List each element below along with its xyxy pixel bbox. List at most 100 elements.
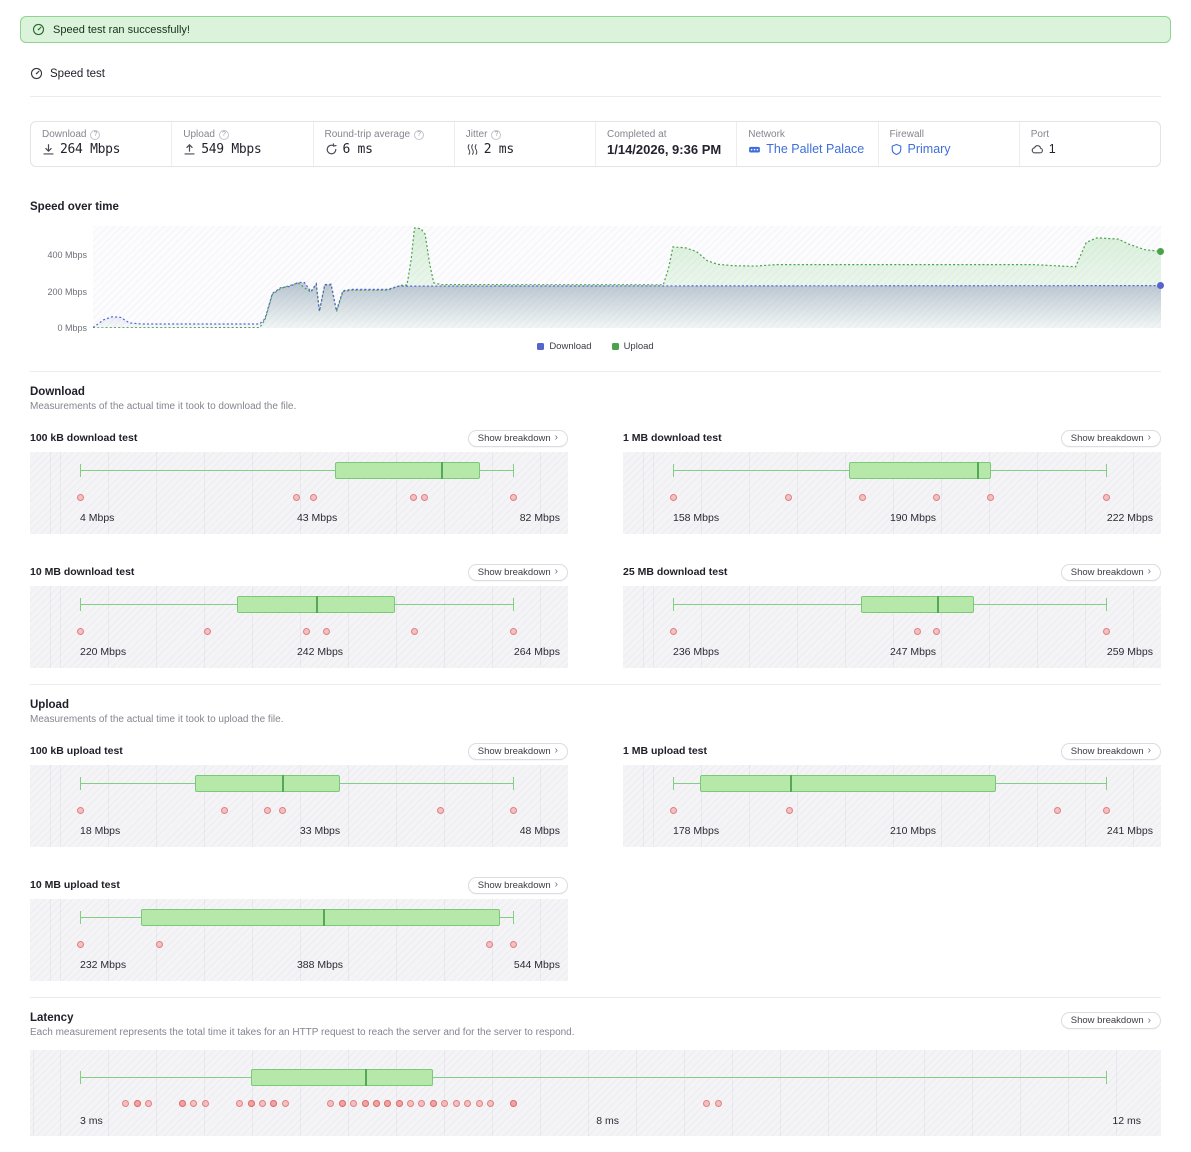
sample-dot	[509, 941, 517, 948]
axis-labels: 178 Mbps 210 Mbps 241 Mbps	[673, 825, 1153, 837]
show-breakdown-button[interactable]: Show breakdown ›	[1060, 742, 1161, 760]
axis-min-label: 158 Mbps	[673, 512, 720, 524]
show-breakdown-button[interactable]: Show breakdown ›	[1060, 429, 1161, 447]
sample-dot	[133, 1100, 141, 1107]
sample-dot	[190, 1100, 198, 1107]
sample-dot	[509, 494, 517, 501]
show-breakdown-button[interactable]: Show breakdown ›	[467, 876, 568, 894]
sample-dot	[786, 807, 794, 814]
whisker-cap	[673, 777, 674, 790]
show-breakdown-button[interactable]: Show breakdown ›	[467, 429, 568, 447]
download-section: Download Measurements of the actual time…	[30, 372, 1161, 684]
chart-title: Speed over time	[30, 201, 119, 213]
sample-dot	[411, 628, 419, 635]
25-mb-download-test-card: 25 MB download test Show breakdown › 236 Mb…	[623, 563, 1161, 668]
boxplot-median	[977, 462, 980, 479]
axis-min-label: 3 ms	[80, 1115, 103, 1127]
sample-dot	[1102, 628, 1110, 635]
sample-dot	[409, 494, 417, 501]
sample-dot	[1054, 807, 1062, 814]
stat-round-trip-average: Round-trip average? 6 ms	[312, 122, 454, 166]
test-title: 10 MB download test	[30, 566, 135, 578]
legend-label: Download	[549, 341, 592, 352]
stat-label: Completed at	[607, 129, 667, 140]
boxplot-chart: 158 Mbps 190 Mbps 222 Mbps	[623, 452, 1161, 534]
sample-dot	[293, 494, 300, 501]
10-mb-download-test-card: 10 MB download test Show breakdown › 220 Mb…	[30, 563, 568, 668]
page-header: Speed test	[30, 67, 1161, 96]
show-breakdown-button[interactable]: Show breakdown ›	[1060, 1012, 1161, 1029]
boxplot-whisker	[80, 1077, 1106, 1078]
sample-dot	[220, 807, 228, 814]
stat-label: Round-trip average?	[325, 129, 443, 140]
axis-min-label: 4 Mbps	[80, 512, 115, 524]
whisker-cap	[80, 598, 81, 611]
roundtrip-icon	[325, 143, 338, 156]
y-axis-tick: 400 Mbps	[47, 250, 87, 261]
axis-labels: 158 Mbps 190 Mbps 222 Mbps	[673, 512, 1153, 524]
10-mb-upload-test-card: 10 MB upload test Show breakdown › 232 Mbps…	[30, 876, 568, 981]
whisker-cap	[1106, 464, 1107, 477]
info-icon[interactable]: ?	[414, 129, 425, 140]
card-header: 1 MB upload test Show breakdown ›	[623, 742, 1161, 760]
sample-dot	[475, 1100, 483, 1107]
sample-dot	[236, 1100, 244, 1107]
sample-dot	[452, 1100, 460, 1107]
sample-dot	[669, 494, 677, 501]
sample-dot	[361, 1100, 369, 1107]
whisker-cap	[513, 464, 514, 477]
show-breakdown-button[interactable]: Show breakdown ›	[467, 742, 568, 760]
section-subtitle: Measurements of the actual time it took …	[30, 714, 284, 725]
axis-mid-label: 210 Mbps	[889, 825, 937, 837]
sample-dot	[418, 1100, 426, 1107]
axis-max-label: 222 Mbps	[1106, 512, 1153, 524]
test-title: 25 MB download test	[623, 566, 728, 578]
info-icon[interactable]: ?	[491, 129, 502, 140]
speed-over-time-section: Speed over time 400 Mbps 200 Mbps 0 Mbps D…	[30, 167, 1164, 352]
boxplot-box	[251, 1069, 434, 1086]
show-breakdown-button[interactable]: Show breakdown ›	[467, 563, 568, 581]
chevron-right-icon: ›	[1147, 432, 1151, 443]
whisker-cap	[80, 911, 81, 924]
whisker-cap	[673, 464, 674, 477]
stat-label: Port	[1030, 129, 1050, 140]
info-icon[interactable]: ?	[218, 129, 229, 140]
speed-chart	[93, 226, 1164, 328]
whisker-cap	[513, 777, 514, 790]
download-icon	[42, 143, 55, 156]
axis-min-label: 18 Mbps	[80, 825, 121, 837]
sample-dot	[144, 1100, 152, 1107]
axis-max-label: 264 Mbps	[513, 646, 560, 658]
chevron-right-icon: ›	[1147, 745, 1151, 756]
y-axis-tick: 0 Mbps	[57, 323, 87, 333]
sample-dot	[76, 628, 84, 635]
divider	[30, 96, 1161, 97]
sample-dot	[76, 941, 84, 948]
sample-dot	[987, 494, 995, 501]
firewall-icon	[890, 143, 903, 156]
stat-value[interactable]: The Pallet Palace (5...	[748, 142, 867, 156]
axis-mid-label: 43 Mbps	[296, 512, 338, 524]
legend-swatch	[611, 343, 619, 350]
sample-dot	[76, 807, 84, 814]
axis-labels: 236 Mbps 247 Mbps 259 Mbps	[673, 646, 1153, 658]
axis-max-label: 12 ms	[1112, 1115, 1141, 1127]
card-header: 1 MB download test Show breakdown ›	[623, 429, 1161, 447]
show-breakdown-button[interactable]: Show breakdown ›	[1060, 563, 1161, 581]
chart-legend: Download Upload	[30, 341, 1161, 352]
card-header: 100 kB download test Show breakdown ›	[30, 429, 568, 447]
stat-firewall: Firewall Primary	[877, 122, 1019, 166]
axis-min-label: 232 Mbps	[80, 959, 127, 971]
y-axis-tick: 200 Mbps	[47, 286, 87, 297]
boxplot-box	[848, 462, 991, 479]
sample-dot	[441, 1100, 449, 1107]
stat-value[interactable]: Primary	[890, 142, 1008, 156]
sample-dot	[372, 1100, 380, 1107]
sample-dot	[429, 1100, 437, 1107]
info-icon[interactable]: ?	[90, 129, 101, 140]
boxplot-chart: 220 Mbps 242 Mbps 264 Mbps	[30, 586, 568, 668]
sample-dot	[270, 1100, 278, 1107]
stat-value: 1/14/2026, 9:36 PM	[607, 142, 722, 157]
sample-dot	[179, 1100, 187, 1107]
upload-section: Upload Measurements of the actual time i…	[30, 685, 1161, 997]
